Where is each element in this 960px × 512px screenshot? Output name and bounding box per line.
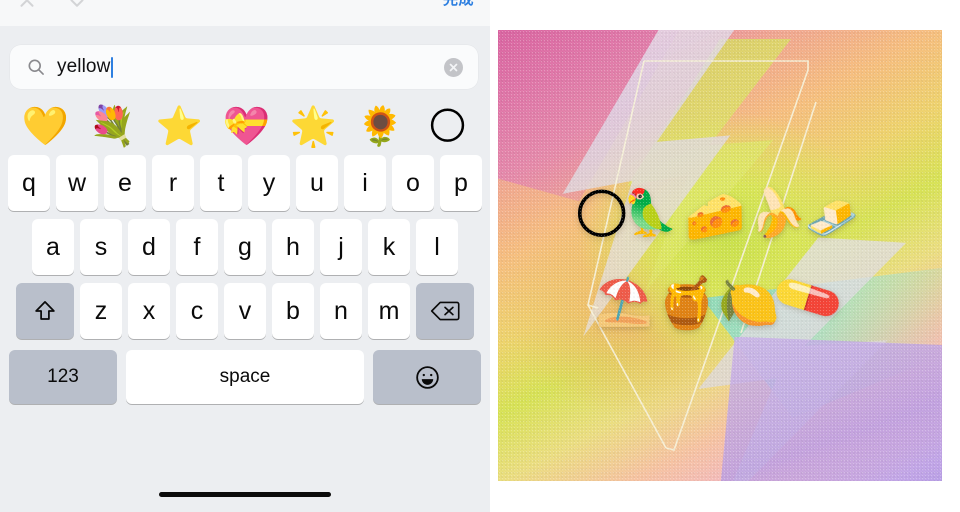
key-h[interactable]: h <box>272 219 314 275</box>
emoji-suggestion-item[interactable]: 🌕 <box>414 103 481 149</box>
key-o[interactable]: o <box>392 155 434 211</box>
key-n[interactable]: n <box>320 283 362 339</box>
emoji-suggestion-item[interactable]: 🌟 <box>280 103 347 149</box>
emoji-suggestion-item[interactable]: 🌻 <box>347 103 414 149</box>
done-button[interactable]: 完成 <box>443 0 474 9</box>
key-p[interactable]: p <box>440 155 482 211</box>
chevron-down-icon[interactable] <box>66 0 88 14</box>
home-indicator <box>159 492 331 497</box>
artwork-panel: 🌕 🦜 🧀 🍌 🧈 ⛱️ 🍯 🍋 💊 <box>490 0 960 512</box>
search-input-value: yellow <box>57 56 111 77</box>
numeric-key[interactable]: 123 <box>9 350 117 404</box>
key-b[interactable]: b <box>272 283 314 339</box>
delete-key[interactable] <box>416 283 474 339</box>
key-v[interactable]: v <box>224 283 266 339</box>
key-r[interactable]: r <box>152 155 194 211</box>
keyboard-row-1: q w e r t y u i o p <box>0 155 490 211</box>
emoji-suggestion-item[interactable]: 💐 <box>79 103 146 149</box>
search-icon <box>26 57 46 77</box>
emoji-suggestion-item[interactable]: 💝 <box>213 103 280 149</box>
shift-key[interactable] <box>16 283 74 339</box>
generated-artwork: 🌕 🦜 🧀 🍌 🧈 ⛱️ 🍯 🍋 💊 <box>498 30 942 481</box>
keyboard-row-2: a s d f g h j k l <box>0 211 490 275</box>
emoji-key[interactable] <box>373 350 481 404</box>
emoji-suggestion-row[interactable]: 💛 💐 ⭐ 💝 🌟 🌻 🌕 🍋 <box>0 96 490 156</box>
key-k[interactable]: k <box>368 219 410 275</box>
key-d[interactable]: d <box>128 219 170 275</box>
outline-lines <box>587 60 817 451</box>
emoji-keyboard-panel: 完成 yellow 💛 💐 ⭐ 💝 🌟 🌻 🌕 🍋 <box>0 0 490 512</box>
keyboard-row-3: z x c v b n m <box>0 275 490 339</box>
key-m[interactable]: m <box>368 283 410 339</box>
key-u[interactable]: u <box>296 155 338 211</box>
key-q[interactable]: q <box>8 155 50 211</box>
emoji-suggestion-item[interactable]: ⭐ <box>146 103 213 149</box>
key-s[interactable]: s <box>80 219 122 275</box>
artwork-frame: 🌕 🦜 🧀 🍌 🧈 ⛱️ 🍯 🍋 💊 <box>498 30 942 481</box>
key-e[interactable]: e <box>104 155 146 211</box>
chevron-up-icon[interactable] <box>16 0 38 14</box>
key-j[interactable]: j <box>320 219 362 275</box>
keyboard-row-4: 123 space <box>0 339 490 404</box>
key-c[interactable]: c <box>176 283 218 339</box>
emoji-suggestion-item[interactable]: 💛 <box>12 103 79 149</box>
search-input-value-wrap[interactable]: yellow <box>57 56 114 78</box>
nav-chevrons <box>16 0 126 14</box>
emoji-suggestion-item[interactable]: 🍋 <box>481 103 490 149</box>
app-screen: 完成 yellow 💛 💐 ⭐ 💝 🌟 🌻 🌕 🍋 <box>0 0 960 512</box>
onscreen-keyboard: q w e r t y u i o p a s d f g h j k l z … <box>0 155 490 512</box>
key-i[interactable]: i <box>344 155 386 211</box>
key-x[interactable]: x <box>128 283 170 339</box>
key-y[interactable]: y <box>248 155 290 211</box>
key-g[interactable]: g <box>224 219 266 275</box>
space-key[interactable]: space <box>126 350 364 404</box>
emoji-search-field[interactable]: yellow <box>10 45 478 89</box>
key-z[interactable]: z <box>80 283 122 339</box>
key-t[interactable]: t <box>200 155 242 211</box>
text-caret <box>111 56 114 78</box>
clear-search-icon[interactable] <box>444 57 463 77</box>
key-l[interactable]: l <box>416 219 458 275</box>
key-w[interactable]: w <box>56 155 98 211</box>
key-f[interactable]: f <box>176 219 218 275</box>
key-a[interactable]: a <box>32 219 74 275</box>
